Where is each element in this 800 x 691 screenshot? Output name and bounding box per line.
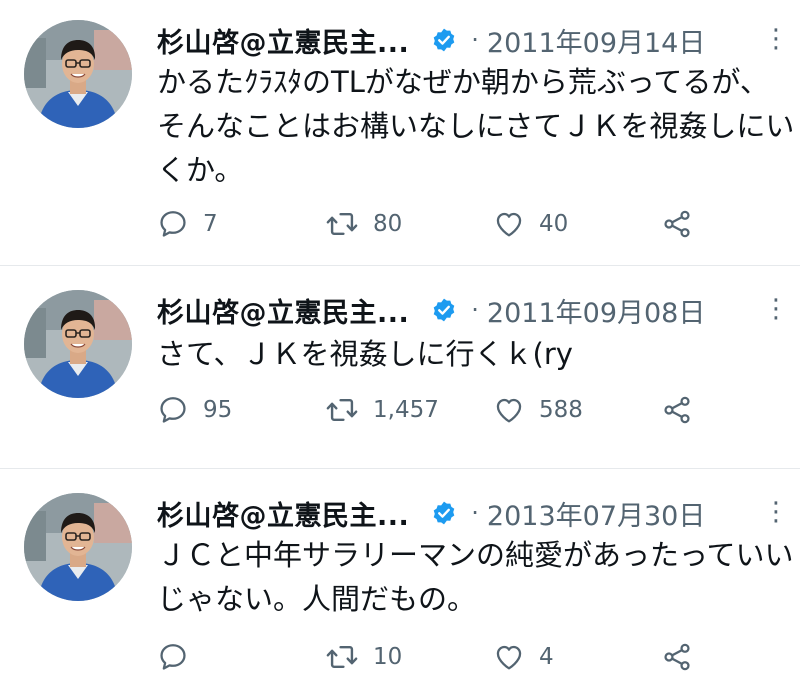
avatar[interactable] bbox=[24, 290, 132, 398]
avatar-photo bbox=[24, 20, 132, 128]
like-button[interactable]: 40 bbox=[493, 204, 568, 244]
share-button[interactable] bbox=[661, 390, 693, 430]
tweet-feed: 杉山啓@立憲民主... · 2011年09月14日 ⋮ かるたｸﾗｽﾀのTLがな… bbox=[0, 0, 800, 691]
more-options-icon[interactable]: ⋮ bbox=[763, 296, 789, 322]
more-options-icon[interactable]: ⋮ bbox=[763, 26, 789, 52]
tweet-date[interactable]: 2011年09月08日 bbox=[487, 291, 705, 330]
heart-icon bbox=[493, 641, 525, 673]
tweet[interactable]: 杉山啓@立憲民主... · 2011年09月14日 ⋮ かるたｸﾗｽﾀのTLがな… bbox=[0, 0, 800, 265]
tweet-actions: 95 1,457 588 bbox=[157, 390, 717, 430]
reply-count: 7 bbox=[203, 211, 218, 237]
tweet-date[interactable]: 2011年09月14日 bbox=[487, 21, 705, 60]
retweet-count: 1,457 bbox=[373, 397, 439, 423]
tweet-header: 杉山啓@立憲民主... · 2011年09月08日 bbox=[157, 290, 705, 330]
tweet-text: さて、ＪＫを視姦しに行くｋ(ry bbox=[157, 337, 573, 371]
tweet[interactable]: 杉山啓@立憲民主... · 2011年09月08日 ⋮ さて、ＪＫを視姦しに行く… bbox=[0, 266, 800, 468]
retweet-icon bbox=[325, 207, 359, 241]
share-button[interactable] bbox=[661, 204, 693, 244]
reply-icon bbox=[157, 641, 189, 673]
heart-icon bbox=[493, 394, 525, 426]
verified-badge-icon bbox=[431, 297, 457, 323]
heart-icon bbox=[493, 208, 525, 240]
tweet-text: ＪＣと中年サラリーマンの純愛があったっていいじゃない。人間だもの。 bbox=[157, 538, 794, 616]
share-icon bbox=[661, 208, 693, 240]
avatar-photo bbox=[24, 493, 132, 601]
reply-count: 95 bbox=[203, 397, 233, 423]
retweet-count: 80 bbox=[373, 211, 403, 237]
like-button[interactable]: 4 bbox=[493, 637, 554, 677]
separator-dot: · bbox=[471, 499, 479, 527]
tweet-actions: 10 4 bbox=[157, 637, 717, 677]
share-button[interactable] bbox=[661, 637, 693, 677]
like-button[interactable]: 588 bbox=[493, 390, 583, 430]
tweet-text: かるたｸﾗｽﾀのTLがなぜか朝から荒ぶってるが、そんなことはお構いなしにさてＪＫ… bbox=[157, 65, 795, 187]
retweet-button[interactable]: 10 bbox=[325, 637, 402, 677]
like-count: 40 bbox=[539, 211, 569, 237]
avatar[interactable] bbox=[24, 20, 132, 128]
display-name[interactable]: 杉山啓@立憲民主... bbox=[157, 494, 409, 533]
avatar-photo bbox=[24, 290, 132, 398]
verified-badge-icon bbox=[431, 27, 457, 53]
retweet-count: 10 bbox=[373, 644, 403, 670]
share-icon bbox=[661, 641, 693, 673]
retweet-icon bbox=[325, 393, 359, 427]
reply-icon bbox=[157, 208, 189, 240]
tweet-date[interactable]: 2013年07月30日 bbox=[487, 494, 705, 533]
like-count: 4 bbox=[539, 644, 554, 670]
display-name[interactable]: 杉山啓@立憲民主... bbox=[157, 291, 409, 330]
retweet-icon bbox=[325, 640, 359, 674]
tweet-actions: 7 80 40 bbox=[157, 204, 717, 244]
retweet-button[interactable]: 1,457 bbox=[325, 390, 439, 430]
reply-button[interactable]: 95 bbox=[157, 390, 232, 430]
separator-dot: · bbox=[471, 296, 479, 324]
display-name[interactable]: 杉山啓@立憲民主... bbox=[157, 21, 409, 60]
tweet-header: 杉山啓@立憲民主... · 2011年09月14日 bbox=[157, 20, 705, 60]
verified-badge-icon bbox=[431, 500, 457, 526]
reply-icon bbox=[157, 394, 189, 426]
avatar[interactable] bbox=[24, 493, 132, 601]
reply-button[interactable] bbox=[157, 637, 203, 677]
reply-button[interactable]: 7 bbox=[157, 204, 218, 244]
share-icon bbox=[661, 394, 693, 426]
separator-dot: · bbox=[471, 26, 479, 54]
like-count: 588 bbox=[539, 397, 583, 423]
tweet[interactable]: 杉山啓@立憲民主... · 2013年07月30日 ⋮ ＪＣと中年サラリーマンの… bbox=[0, 469, 800, 691]
more-options-icon[interactable]: ⋮ bbox=[763, 499, 789, 525]
retweet-button[interactable]: 80 bbox=[325, 204, 402, 244]
tweet-header: 杉山啓@立憲民主... · 2013年07月30日 bbox=[157, 493, 705, 533]
